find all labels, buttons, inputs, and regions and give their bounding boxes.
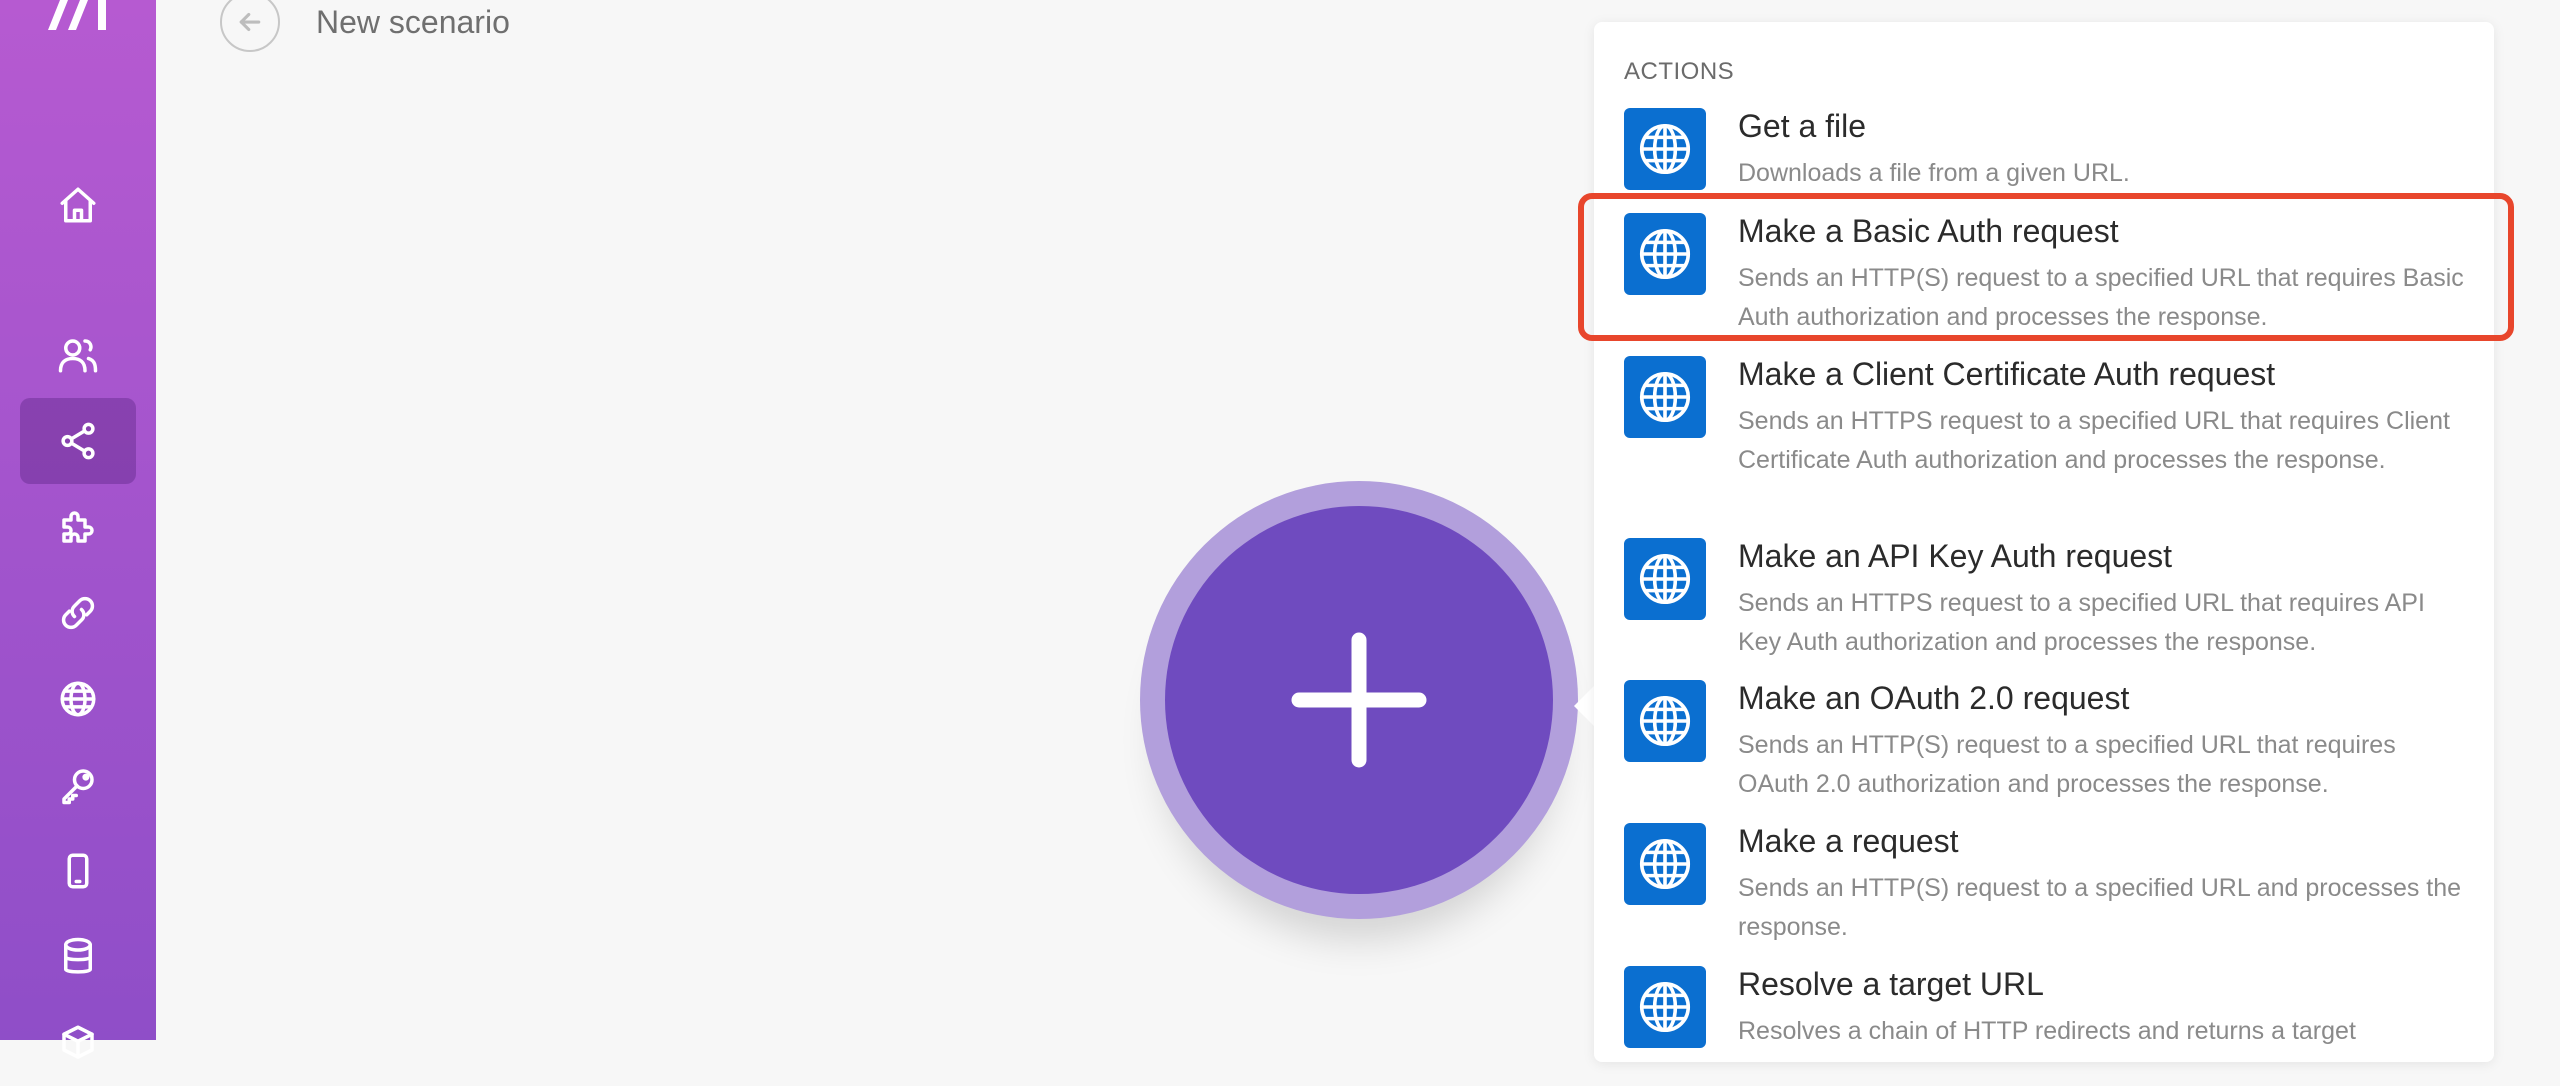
- sidebar-item-webhooks[interactable]: [20, 656, 136, 742]
- action-description: Sends an HTTPS request to a specified UR…: [1738, 407, 2450, 474]
- action-title: Make a request: [1738, 823, 1959, 859]
- globe-icon: [60, 681, 96, 717]
- sidebar-item-keys[interactable]: [20, 742, 136, 828]
- action-description: Downloads a file from a given URL.: [1738, 159, 2130, 187]
- users-icon: [58, 339, 98, 373]
- action-description: Sends an HTTP(S) request to a specified …: [1738, 874, 2462, 941]
- cube-icon: [62, 1025, 94, 1059]
- home-icon: [60, 187, 96, 223]
- action-title: Make a Client Certificate Auth request: [1738, 356, 2276, 392]
- action-title: Make an API Key Auth request: [1738, 538, 2173, 574]
- http-globe-icon: [1624, 538, 1706, 620]
- action-description: Resolves a chain of HTTP redirects and r…: [1738, 1017, 2356, 1045]
- make-logo-icon[interactable]: [40, 0, 120, 35]
- page-title: New scenario: [316, 4, 510, 40]
- add-module-button[interactable]: [1165, 506, 1553, 894]
- sidebar-item-team[interactable]: [20, 312, 136, 398]
- sidebar: [0, 0, 156, 1059]
- arrow-left-icon: [239, 12, 261, 32]
- mobile-icon: [67, 853, 89, 889]
- puzzle-icon: [62, 511, 94, 543]
- action-description: Sends an HTTP(S) request to a specified …: [1738, 264, 2464, 331]
- action-title: Get a file: [1738, 108, 1867, 144]
- link-icon: [61, 596, 95, 630]
- panel-caret: [1574, 684, 1596, 728]
- http-globe-icon: [1624, 356, 1706, 438]
- http-globe-icon: [1624, 680, 1706, 762]
- action-title: Make an OAuth 2.0 request: [1738, 680, 2130, 716]
- action-description: Sends an HTTP(S) request to a specified …: [1738, 731, 2396, 798]
- section-label: ACTIONS: [1624, 58, 1735, 85]
- sidebar-item-data-stores[interactable]: [20, 914, 136, 1000]
- action-description: Sends an HTTPS request to a specified UR…: [1738, 589, 2425, 656]
- sidebar-item-connections[interactable]: [20, 570, 136, 656]
- sidebar-item-devices[interactable]: [20, 828, 136, 914]
- http-globe-icon: [1624, 213, 1706, 295]
- sidebar-item-scenarios[interactable]: [20, 398, 136, 484]
- action-title: Make a Basic Auth request: [1738, 213, 2119, 249]
- sidebar-item-home[interactable]: [20, 162, 136, 248]
- http-globe-icon: [1624, 966, 1706, 1048]
- plus-icon: [1291, 632, 1427, 768]
- http-globe-icon: [1624, 823, 1706, 905]
- action-title: Resolve a target URL: [1738, 966, 2044, 1002]
- share-icon: [61, 422, 95, 460]
- sidebar-item-data-structures[interactable]: [20, 1000, 136, 1086]
- http-globe-icon: [1624, 108, 1706, 190]
- sidebar-item-apps[interactable]: [20, 484, 136, 570]
- database-icon: [64, 937, 92, 974]
- key-icon: [62, 769, 94, 805]
- back-button[interactable]: [220, 0, 280, 52]
